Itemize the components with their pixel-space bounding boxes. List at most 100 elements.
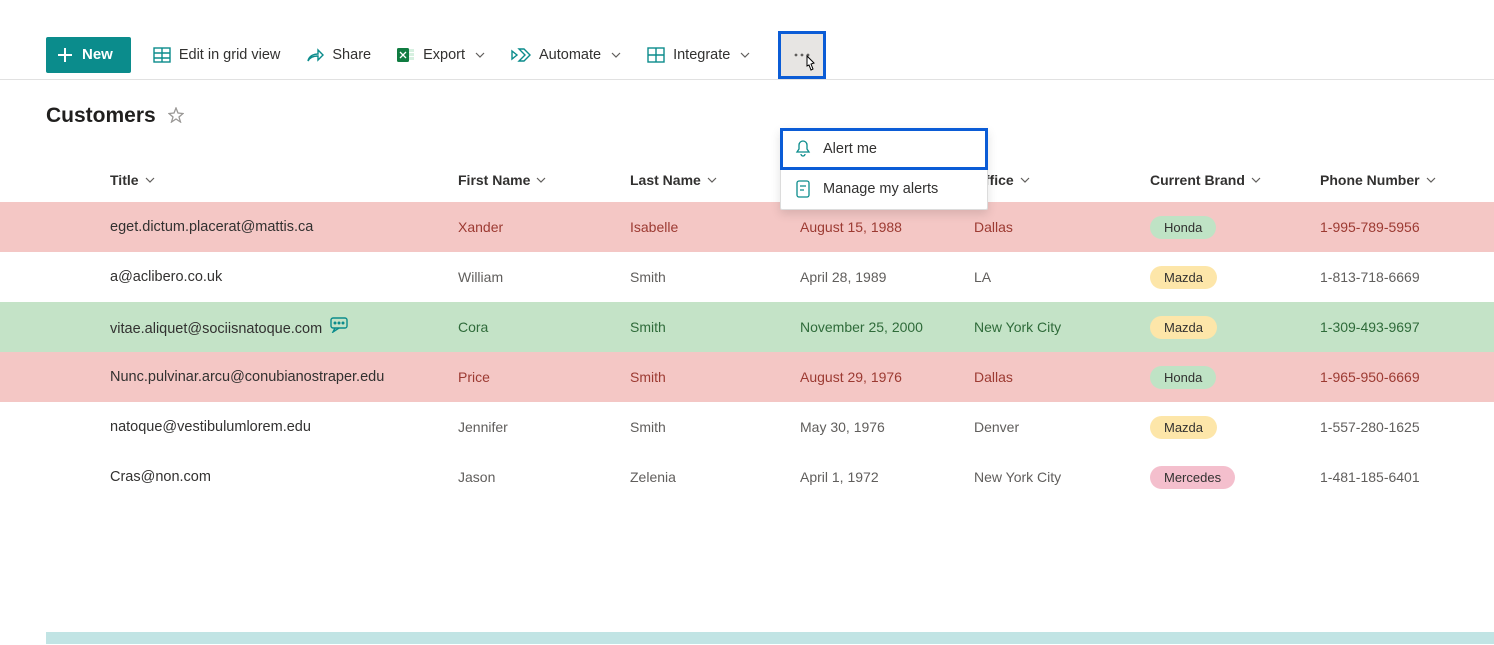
automate-button[interactable]: Automate xyxy=(507,30,625,80)
brand-badge: Honda xyxy=(1150,216,1216,239)
cell-first-name: Xander xyxy=(458,219,630,235)
manage-alerts-icon xyxy=(795,180,811,198)
cell-first-name: Price xyxy=(458,369,630,385)
command-bar: New Edit in grid view Share Export Auto xyxy=(0,30,1494,80)
cell-office: Dallas xyxy=(974,369,1150,385)
cell-dob: August 29, 1976 xyxy=(800,369,974,385)
chevron-down-icon xyxy=(1251,177,1261,183)
table-row[interactable]: Cras@non.comJasonZeleniaApril 1, 1972New… xyxy=(0,452,1494,502)
brand-badge: Mazda xyxy=(1150,416,1217,439)
cell-title: natoque@vestibulumlorem.edu xyxy=(110,419,458,435)
col-title[interactable]: Title xyxy=(110,172,458,188)
more-horizontal-icon xyxy=(794,53,810,57)
col-phone[interactable]: Phone Number xyxy=(1320,172,1494,188)
cell-last-name: Smith xyxy=(630,419,800,435)
chevron-down-icon xyxy=(536,177,546,183)
edit-grid-label: Edit in grid view xyxy=(179,47,281,63)
share-button[interactable]: Share xyxy=(302,30,375,80)
cell-dob: April 28, 1989 xyxy=(800,269,974,285)
export-button[interactable]: Export xyxy=(393,30,489,80)
cell-dob: April 1, 1972 xyxy=(800,469,974,485)
cell-last-name: Isabelle xyxy=(630,219,800,235)
integrate-button[interactable]: Integrate xyxy=(643,30,754,80)
cell-phone: 1-557-280-1625 xyxy=(1320,419,1494,435)
new-button-label: New xyxy=(82,46,113,63)
table-row[interactable]: eget.dictum.placerat@mattis.caXanderIsab… xyxy=(0,202,1494,252)
chevron-down-icon xyxy=(145,177,155,183)
cell-brand: Mazda xyxy=(1150,266,1320,289)
more-actions-menu: Alert me Manage my alerts xyxy=(780,128,988,210)
manage-alerts-label: Manage my alerts xyxy=(823,181,938,197)
table-row[interactable]: Nunc.pulvinar.arcu@conubianostraper.eduP… xyxy=(0,352,1494,402)
cell-brand: Mazda xyxy=(1150,316,1320,339)
col-first-name[interactable]: First Name xyxy=(458,172,630,188)
cell-last-name: Smith xyxy=(630,369,800,385)
more-actions-button[interactable] xyxy=(778,31,826,79)
table-row[interactable]: a@aclibero.co.ukWilliamSmithApril 28, 19… xyxy=(0,252,1494,302)
cell-title: a@aclibero.co.uk xyxy=(110,269,458,285)
integrate-icon xyxy=(647,47,665,63)
brand-badge: Honda xyxy=(1150,366,1216,389)
grid-icon xyxy=(153,47,171,63)
favorite-star-icon[interactable] xyxy=(168,107,184,126)
cell-office: New York City xyxy=(974,469,1150,485)
cell-last-name: Smith xyxy=(630,269,800,285)
table-header: Title First Name Last Name DOB Office Cu… xyxy=(0,158,1494,202)
comment-icon[interactable] xyxy=(330,317,348,333)
cell-first-name: Jason xyxy=(458,469,630,485)
cell-office: Denver xyxy=(974,419,1150,435)
cell-first-name: William xyxy=(458,269,630,285)
cell-dob: May 30, 1976 xyxy=(800,419,974,435)
manage-alerts-menu-item[interactable]: Manage my alerts xyxy=(781,169,987,209)
chevron-down-icon xyxy=(1426,177,1436,183)
brand-badge: Mazda xyxy=(1150,266,1217,289)
col-last-name[interactable]: Last Name xyxy=(630,172,800,188)
chevron-down-icon xyxy=(475,52,485,58)
col-office[interactable]: Office xyxy=(974,172,1150,188)
excel-icon xyxy=(397,46,415,64)
cell-phone: 1-309-493-9697 xyxy=(1320,319,1494,335)
cell-title: vitae.aliquet@sociisnatoque.com xyxy=(110,317,458,337)
cell-phone: 1-995-789-5956 xyxy=(1320,219,1494,235)
integrate-label: Integrate xyxy=(673,47,730,63)
brand-badge: Mazda xyxy=(1150,316,1217,339)
automate-label: Automate xyxy=(539,47,601,63)
footer-accent xyxy=(46,632,1494,644)
plus-icon xyxy=(58,48,72,62)
edit-grid-button[interactable]: Edit in grid view xyxy=(149,30,285,80)
cell-first-name: Jennifer xyxy=(458,419,630,435)
alert-me-menu-item[interactable]: Alert me xyxy=(780,128,988,170)
table-body: eget.dictum.placerat@mattis.caXanderIsab… xyxy=(0,202,1494,502)
cell-title: Cras@non.com xyxy=(110,469,458,485)
bell-icon xyxy=(795,140,811,158)
col-current-brand[interactable]: Current Brand xyxy=(1150,172,1320,188)
cell-office: New York City xyxy=(974,319,1150,335)
table-row[interactable]: natoque@vestibulumlorem.eduJenniferSmith… xyxy=(0,402,1494,452)
table-row[interactable]: vitae.aliquet@sociisnatoque.comCoraSmith… xyxy=(0,302,1494,352)
cell-office: Dallas xyxy=(974,219,1150,235)
cell-title: eget.dictum.placerat@mattis.ca xyxy=(110,219,458,235)
cell-first-name: Cora xyxy=(458,319,630,335)
cell-phone: 1-813-718-6669 xyxy=(1320,269,1494,285)
automate-icon xyxy=(511,47,531,63)
cell-last-name: Smith xyxy=(630,319,800,335)
new-button[interactable]: New xyxy=(46,37,131,73)
alert-me-label: Alert me xyxy=(823,141,877,157)
chevron-down-icon xyxy=(740,52,750,58)
cell-title: Nunc.pulvinar.arcu@conubianostraper.edu xyxy=(110,369,458,385)
cell-phone: 1-481-185-6401 xyxy=(1320,469,1494,485)
share-label: Share xyxy=(332,47,371,63)
brand-badge: Mercedes xyxy=(1150,466,1235,489)
cell-dob: November 25, 2000 xyxy=(800,319,974,335)
page-title: Customers xyxy=(46,104,156,128)
chevron-down-icon xyxy=(1020,177,1030,183)
page-header: Customers xyxy=(0,80,1494,128)
customers-table: Title First Name Last Name DOB Office Cu… xyxy=(0,158,1494,502)
cell-office: LA xyxy=(974,269,1150,285)
cursor-pointer-icon xyxy=(801,54,819,79)
chevron-down-icon xyxy=(611,52,621,58)
cell-last-name: Zelenia xyxy=(630,469,800,485)
cell-brand: Honda xyxy=(1150,216,1320,239)
chevron-down-icon xyxy=(707,177,717,183)
cell-brand: Mazda xyxy=(1150,416,1320,439)
